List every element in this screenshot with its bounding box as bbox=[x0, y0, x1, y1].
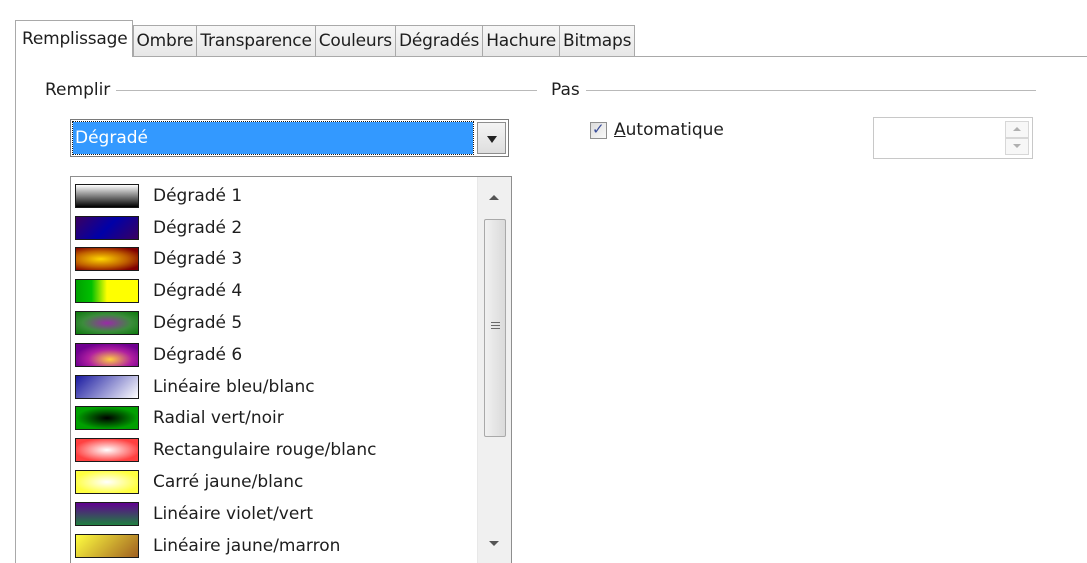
list-item[interactable]: Dégradé 4 bbox=[71, 275, 477, 307]
gradient-swatch-icon bbox=[75, 470, 139, 495]
list-item-label: Linéaire jaune/marron bbox=[153, 535, 341, 556]
gradient-swatch-icon bbox=[75, 342, 139, 367]
list-item[interactable]: Dégradé 1 bbox=[71, 180, 477, 212]
gradient-swatch-icon bbox=[75, 215, 139, 240]
tab-bitmaps[interactable]: Bitmaps bbox=[559, 25, 636, 57]
list-item-label: Linéaire violet/vert bbox=[153, 503, 313, 524]
tab-hachure[interactable]: Hachure bbox=[482, 25, 560, 57]
list-item-label: Dégradé 6 bbox=[153, 344, 243, 365]
list-item[interactable]: Linéaire bleu/blanc bbox=[71, 371, 477, 403]
gradient-swatch-icon bbox=[75, 406, 139, 431]
scroll-down-arrow-icon[interactable] bbox=[489, 541, 499, 546]
step-section-divider bbox=[585, 89, 1036, 91]
automatic-checkbox-row[interactable]: ✓ Automatique bbox=[590, 120, 724, 140]
tab-remplissage[interactable]: Remplissage bbox=[15, 20, 133, 57]
fill-section-label: Remplir bbox=[45, 80, 111, 100]
list-item[interactable]: Linéaire jaune/marron bbox=[71, 530, 477, 562]
gradient-swatch-icon bbox=[75, 279, 139, 304]
spinner-buttons bbox=[1005, 121, 1029, 155]
list-item-label: Radial vert/noir bbox=[153, 408, 284, 429]
list-item[interactable]: Carré jaune/blanc bbox=[71, 466, 477, 498]
listbox-scrollbar[interactable] bbox=[477, 177, 511, 563]
tab-transparence[interactable]: Transparence bbox=[196, 25, 316, 57]
list-item[interactable]: Dégradé 5 bbox=[71, 307, 477, 339]
gradient-list: Dégradé 1 Dégradé 2 Dégradé 3 Dégradé 4 … bbox=[71, 180, 477, 562]
list-item[interactable]: Radial vert/noir bbox=[71, 403, 477, 435]
spin-down-arrow-icon[interactable] bbox=[1005, 138, 1029, 155]
fill-section-divider bbox=[116, 89, 537, 91]
gradient-swatch-icon bbox=[75, 438, 139, 463]
list-item-label: Linéaire bleu/blanc bbox=[153, 376, 315, 397]
automatic-checkbox-label[interactable]: Automatique bbox=[614, 120, 724, 140]
gradient-swatch-icon bbox=[75, 183, 139, 208]
step-count-spinner[interactable] bbox=[873, 117, 1033, 159]
step-section-header: Pas bbox=[551, 80, 1036, 100]
list-item[interactable]: Linéaire violet/vert bbox=[71, 498, 477, 530]
list-item-label: Dégradé 1 bbox=[153, 185, 243, 206]
mnemonic-letter: A bbox=[614, 120, 626, 140]
tab-strip: Remplissage Ombre Transparence Couleurs … bbox=[15, 20, 636, 57]
grip-icon bbox=[491, 322, 500, 330]
scrollbar-thumb[interactable] bbox=[484, 219, 506, 437]
automatic-checkbox[interactable]: ✓ bbox=[590, 119, 607, 139]
tab-couleurs[interactable]: Couleurs bbox=[314, 25, 396, 57]
gradient-listbox[interactable]: Dégradé 1 Dégradé 2 Dégradé 3 Dégradé 4 … bbox=[70, 176, 512, 563]
fill-type-dropdown[interactable]: Dégradé bbox=[70, 119, 509, 157]
gradient-swatch-icon bbox=[75, 374, 139, 399]
list-item-label: Dégradé 2 bbox=[153, 217, 243, 238]
gradient-swatch-icon bbox=[75, 311, 139, 336]
list-item[interactable]: Dégradé 3 bbox=[71, 244, 477, 276]
list-item-label: Dégradé 5 bbox=[153, 313, 243, 334]
list-item-label: Rectangulaire rouge/blanc bbox=[153, 440, 377, 461]
gradient-swatch-icon bbox=[75, 533, 139, 558]
spin-up-arrow-icon[interactable] bbox=[1005, 121, 1029, 138]
tab-degrades[interactable]: Dégradés bbox=[394, 25, 484, 57]
tab-ombre[interactable]: Ombre bbox=[132, 25, 198, 57]
checkmark-icon: ✓ bbox=[592, 119, 605, 138]
list-item[interactable]: Rectangulaire rouge/blanc bbox=[71, 434, 477, 466]
list-item[interactable]: Dégradé 2 bbox=[71, 212, 477, 244]
list-item-label: Dégradé 3 bbox=[153, 249, 243, 270]
step-section-label: Pas bbox=[551, 80, 580, 100]
fill-section-header: Remplir bbox=[45, 80, 537, 100]
gradient-swatch-icon bbox=[75, 247, 139, 272]
scroll-up-arrow-icon[interactable] bbox=[489, 195, 499, 200]
list-item-label: Carré jaune/blanc bbox=[153, 472, 304, 493]
fill-type-selected-value: Dégradé bbox=[72, 121, 474, 155]
list-item[interactable]: Dégradé 6 bbox=[71, 339, 477, 371]
list-item-label: Dégradé 4 bbox=[153, 281, 243, 302]
gradient-swatch-icon bbox=[75, 501, 139, 526]
chevron-down-icon[interactable] bbox=[477, 122, 506, 154]
automatic-label-rest: utomatique bbox=[625, 120, 724, 140]
